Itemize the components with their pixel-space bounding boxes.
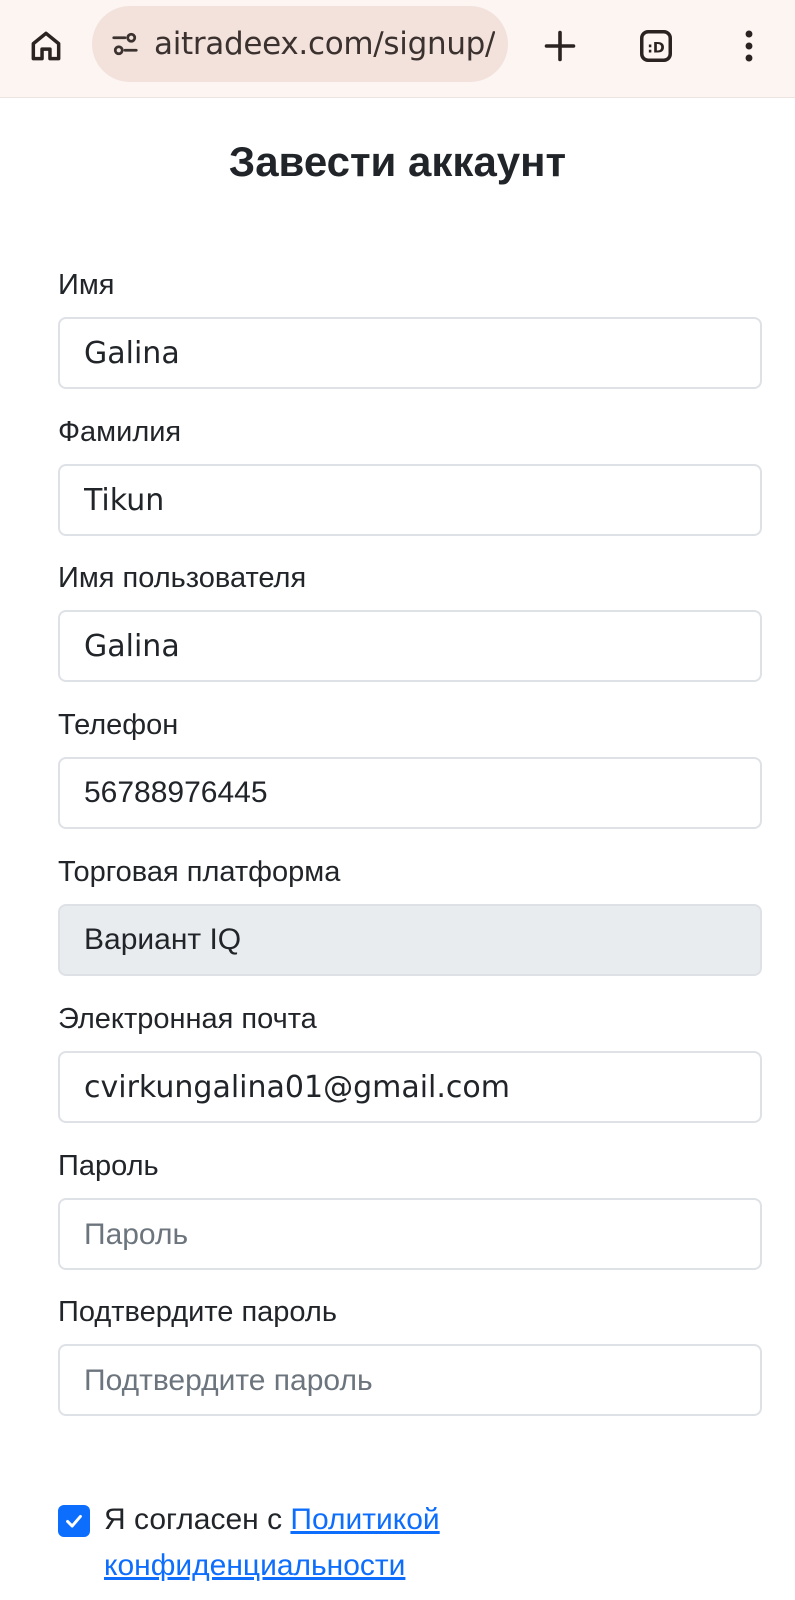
phone-label: Телефон: [58, 709, 179, 741]
email-label: Электронная почта: [58, 1003, 317, 1035]
password-label: Пароль: [58, 1150, 159, 1182]
new-tab-icon[interactable]: [538, 24, 582, 68]
phone-group: Телефон: [58, 705, 762, 829]
page-title: Завести аккаунт: [228, 138, 567, 185]
privacy-link-line1: Политикой: [290, 1503, 440, 1536]
address-bar[interactable]: aitradeex.com/signup/: [92, 6, 508, 82]
privacy-link-line2: конфиденциальности: [104, 1549, 406, 1582]
password-group: Пароль: [58, 1146, 762, 1270]
username-label: Имя пользователя: [58, 562, 307, 594]
browser-toolbar: aitradeex.com/signup/ :D: [0, 0, 795, 98]
url-text: aitradeex.com/signup/: [154, 26, 496, 62]
site-settings-icon[interactable]: [108, 27, 142, 61]
password-input[interactable]: [58, 1198, 762, 1270]
last-name-group: Фамилия: [58, 412, 762, 536]
more-menu-icon[interactable]: [727, 22, 771, 70]
confirm-password-input[interactable]: [58, 1344, 762, 1416]
home-icon[interactable]: [24, 24, 68, 68]
agree-prefix: Я согласен с: [104, 1503, 291, 1536]
svg-text::D: :D: [647, 40, 665, 56]
username-group: Имя пользователя: [58, 558, 762, 682]
checkmark-icon: [66, 1514, 82, 1528]
first-name-group: Имя: [58, 265, 762, 389]
confirm-password-label: Подтвердите пароль: [58, 1296, 337, 1328]
first-name-label: Имя: [58, 269, 115, 301]
agree-checkbox[interactable]: [58, 1505, 90, 1537]
first-name-input[interactable]: [58, 317, 762, 389]
email-input[interactable]: [58, 1051, 762, 1123]
phone-input[interactable]: [58, 757, 762, 829]
platform-input: [58, 904, 762, 976]
email-group: Электронная почта: [58, 999, 762, 1123]
confirm-password-group: Подтвердите пароль: [58, 1292, 762, 1416]
agree-text: Я согласен с Политикой конфиденциальности: [104, 1497, 704, 1589]
platform-group: Торговая платформа: [58, 852, 762, 976]
tab-switcher-icon[interactable]: :D: [634, 24, 678, 68]
last-name-label: Фамилия: [58, 416, 182, 448]
last-name-input[interactable]: [58, 464, 762, 536]
username-input[interactable]: [58, 610, 762, 682]
platform-label: Торговая платформа: [58, 856, 341, 888]
